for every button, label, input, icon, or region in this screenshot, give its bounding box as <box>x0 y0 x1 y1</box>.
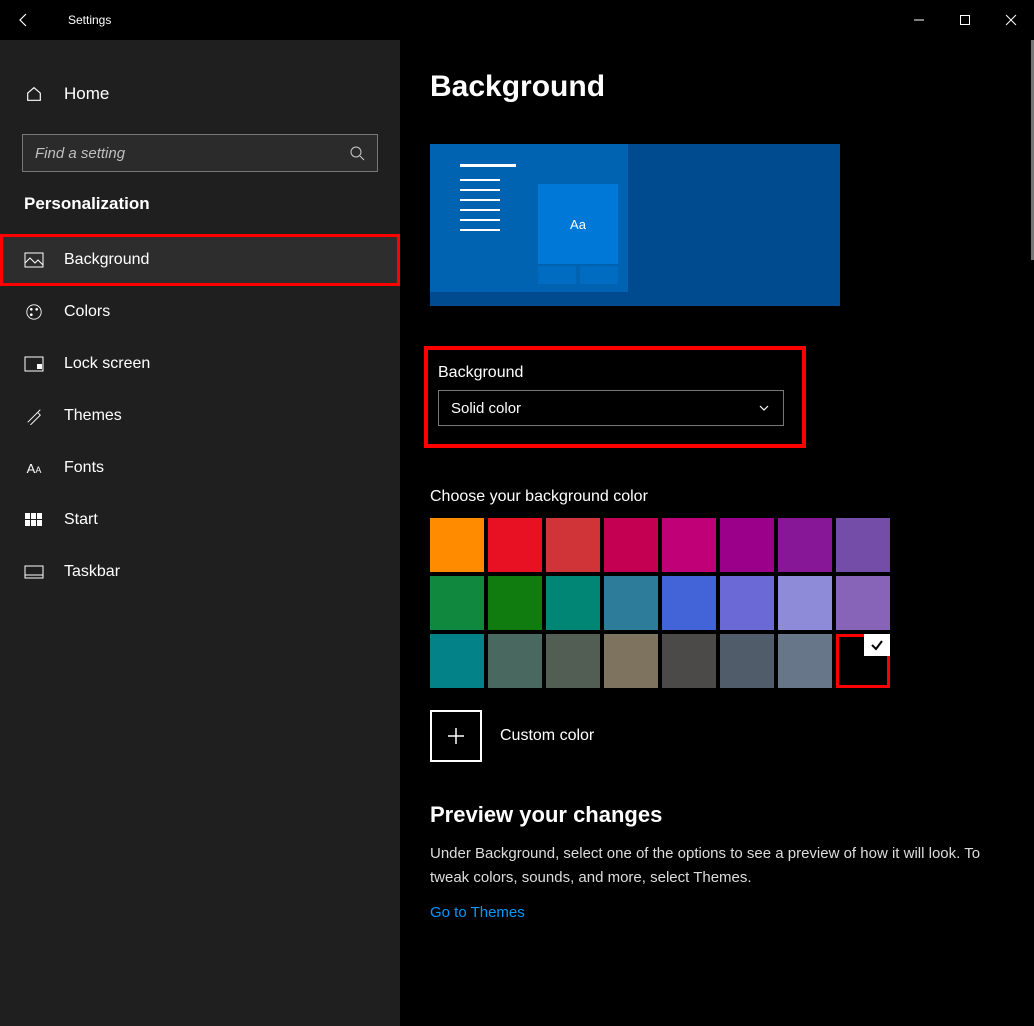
sidebar-item-colors[interactable]: Colors <box>0 286 400 338</box>
color-swatch[interactable] <box>488 576 542 630</box>
minimize-button[interactable] <box>896 0 942 40</box>
content-area: Background Aa Background Solid color Cho… <box>400 40 1034 1026</box>
desktop-preview: Aa <box>430 144 840 306</box>
minimize-icon <box>913 14 925 26</box>
color-swatch[interactable] <box>836 518 890 572</box>
color-swatch[interactable] <box>662 576 716 630</box>
sidebar-home[interactable]: Home <box>0 70 400 118</box>
close-icon <box>1005 14 1017 26</box>
dropdown-value: Solid color <box>451 400 757 417</box>
preview-small-tile <box>538 266 576 284</box>
color-swatch[interactable] <box>720 576 774 630</box>
sidebar-item-taskbar[interactable]: Taskbar <box>0 546 400 598</box>
nav-label: Fonts <box>64 459 104 477</box>
close-button[interactable] <box>988 0 1034 40</box>
search-placeholder: Find a setting <box>35 145 349 162</box>
sidebar-item-start[interactable]: Start <box>0 494 400 546</box>
color-swatch[interactable] <box>778 576 832 630</box>
nav-label: Taskbar <box>64 563 120 581</box>
sidebar: Home Find a setting Personalization Back… <box>0 40 400 1026</box>
go-to-themes-link[interactable]: Go to Themes <box>430 904 525 921</box>
nav-label: Start <box>64 511 98 529</box>
search-icon <box>349 145 365 161</box>
palette-icon <box>24 302 44 322</box>
color-swatch[interactable] <box>604 518 658 572</box>
sidebar-item-background[interactable]: Background <box>0 234 400 286</box>
sidebar-category-heading: Personalization <box>0 194 400 234</box>
background-type-group: Background Solid color <box>424 346 806 448</box>
sidebar-item-lock-screen[interactable]: Lock screen <box>0 338 400 390</box>
themes-icon <box>24 406 44 426</box>
preview-sample-tile: Aa <box>538 184 618 264</box>
titlebar: Settings <box>0 0 1034 40</box>
color-swatch-grid <box>430 518 890 688</box>
checkmark-icon <box>864 634 890 656</box>
color-swatch[interactable] <box>430 518 484 572</box>
color-swatch[interactable] <box>430 576 484 630</box>
color-swatch[interactable] <box>720 634 774 688</box>
color-swatch[interactable] <box>546 634 600 688</box>
color-swatch[interactable] <box>662 518 716 572</box>
page-title: Background <box>430 70 1004 104</box>
color-swatch[interactable] <box>604 634 658 688</box>
color-swatch[interactable] <box>836 634 890 688</box>
sidebar-home-label: Home <box>64 84 109 104</box>
lock-screen-icon <box>24 354 44 374</box>
home-icon <box>24 84 44 104</box>
fonts-icon: AA <box>24 458 44 478</box>
color-swatch[interactable] <box>430 634 484 688</box>
custom-color-row: Custom color <box>430 710 1004 762</box>
sidebar-item-themes[interactable]: Themes <box>0 390 400 442</box>
custom-color-label: Custom color <box>500 727 594 745</box>
back-button[interactable] <box>0 0 48 40</box>
search-input[interactable]: Find a setting <box>22 134 378 172</box>
nav-label: Themes <box>64 407 122 425</box>
preview-sample-text: Aa <box>570 217 586 232</box>
chevron-down-icon <box>757 401 771 415</box>
maximize-button[interactable] <box>942 0 988 40</box>
taskbar-icon <box>24 562 44 582</box>
background-type-label: Background <box>438 364 792 382</box>
color-swatch[interactable] <box>720 518 774 572</box>
nav-label: Background <box>64 251 149 269</box>
custom-color-button[interactable] <box>430 710 482 762</box>
color-swatch[interactable] <box>778 518 832 572</box>
window-controls <box>896 0 1034 40</box>
color-swatch[interactable] <box>546 518 600 572</box>
start-icon <box>24 510 44 530</box>
preview-changes-body: Under Background, select one of the opti… <box>430 842 1004 890</box>
maximize-icon <box>959 14 971 26</box>
background-type-dropdown[interactable]: Solid color <box>438 390 784 426</box>
window-title: Settings <box>68 13 111 27</box>
nav-label: Lock screen <box>64 355 150 373</box>
color-swatch[interactable] <box>778 634 832 688</box>
nav-label: Colors <box>64 303 110 321</box>
preview-small-tile <box>580 266 618 284</box>
preview-changes-heading: Preview your changes <box>430 802 1004 828</box>
choose-color-label: Choose your background color <box>430 488 1004 506</box>
picture-icon <box>24 250 44 270</box>
color-swatch[interactable] <box>488 634 542 688</box>
plus-icon <box>446 726 466 746</box>
preview-lines-icon <box>460 164 516 239</box>
color-swatch[interactable] <box>836 576 890 630</box>
color-swatch[interactable] <box>662 634 716 688</box>
color-swatch[interactable] <box>488 518 542 572</box>
color-swatch[interactable] <box>546 576 600 630</box>
color-swatch[interactable] <box>604 576 658 630</box>
preview-window: Aa <box>430 144 628 292</box>
sidebar-item-fonts[interactable]: AA Fonts <box>0 442 400 494</box>
arrow-left-icon <box>16 12 32 28</box>
